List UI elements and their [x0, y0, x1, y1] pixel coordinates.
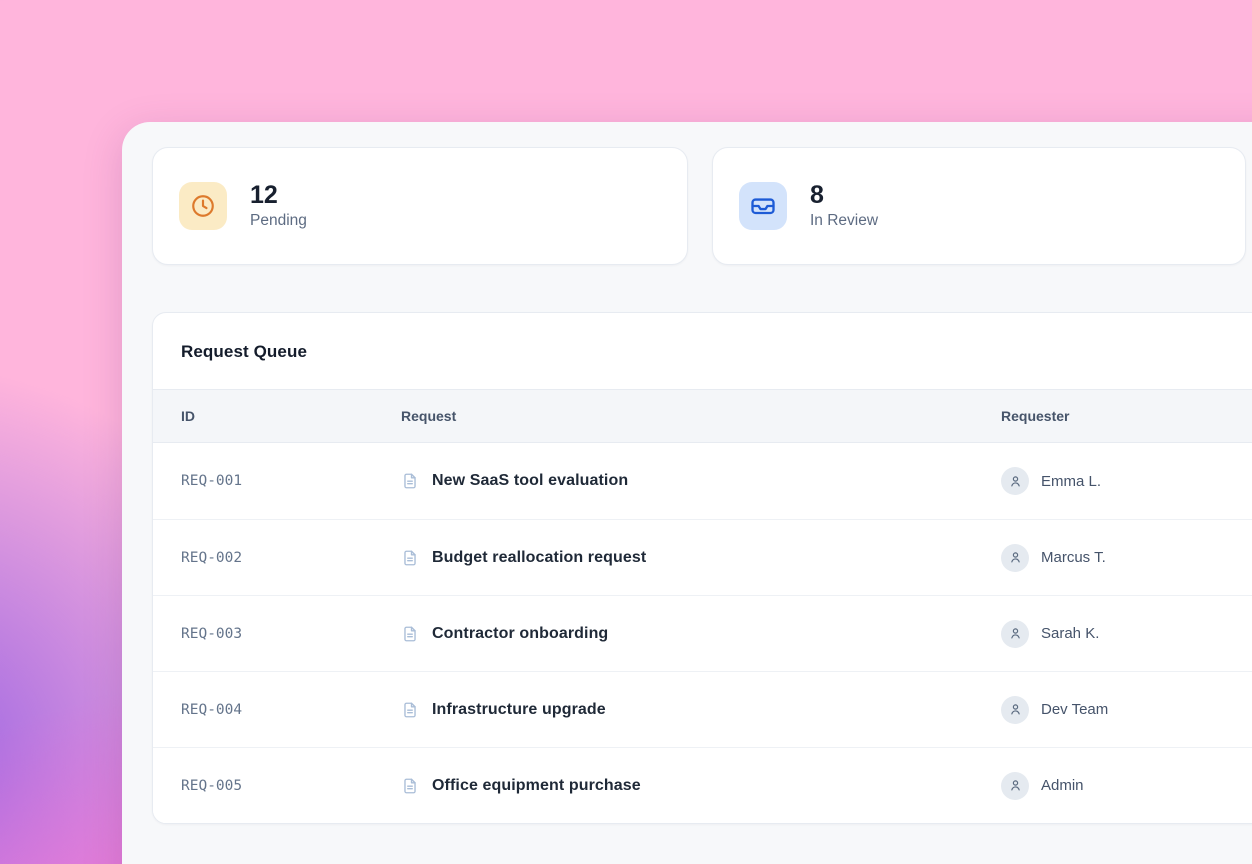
stat-card-in-review: 8 In Review: [712, 147, 1246, 265]
pending-label: Pending: [250, 212, 307, 230]
stat-card-pending: 12 Pending: [152, 147, 688, 265]
request-cell: Contractor onboarding: [401, 625, 1001, 643]
clock-icon: [190, 193, 216, 219]
requester-cell: Admin: [1001, 772, 1252, 800]
queue-title: Request Queue: [181, 342, 1252, 362]
request-title: Office equipment purchase: [432, 777, 641, 795]
pending-count: 12: [250, 182, 307, 208]
request-cell: New SaaS tool evaluation: [401, 472, 1001, 490]
requester-cell: Sarah K.: [1001, 620, 1252, 648]
document-icon: [401, 777, 419, 795]
avatar: [1001, 696, 1029, 724]
in-review-icon-tile: [739, 182, 787, 230]
avatar: [1001, 467, 1029, 495]
table-row-req-002[interactable]: REQ-002 Budget reallocation request Marc…: [153, 519, 1252, 595]
requester-name: Dev Team: [1041, 701, 1108, 718]
table-row-req-004[interactable]: REQ-004 Infrastructure upgrade Dev Team: [153, 671, 1252, 747]
pending-icon-tile: [179, 182, 227, 230]
request-title: Budget reallocation request: [432, 549, 646, 567]
inbox-icon: [749, 192, 777, 220]
request-id: REQ-001: [181, 473, 401, 489]
table-header-row: ID Request Requester: [153, 389, 1252, 443]
requester-name: Sarah K.: [1041, 625, 1099, 642]
request-id: REQ-003: [181, 626, 401, 642]
request-title: Infrastructure upgrade: [432, 701, 606, 719]
column-header-request: Request: [401, 408, 1001, 424]
request-id: REQ-004: [181, 702, 401, 718]
queue-title-bar: Request Queue: [153, 313, 1252, 389]
stats-row: 12 Pending 8 In Review: [152, 147, 1252, 265]
requester-cell: Dev Team: [1001, 696, 1252, 724]
document-icon: [401, 625, 419, 643]
document-icon: [401, 549, 419, 567]
avatar: [1001, 772, 1029, 800]
requester-name: Marcus T.: [1041, 549, 1106, 566]
in-review-stat-text: 8 In Review: [810, 182, 878, 230]
column-header-id: ID: [181, 408, 401, 424]
request-title: Contractor onboarding: [432, 625, 608, 643]
main-panel: 12 Pending 8 In Review Request Queue: [122, 122, 1252, 864]
in-review-count: 8: [810, 182, 878, 208]
request-cell: Budget reallocation request: [401, 549, 1001, 567]
request-title: New SaaS tool evaluation: [432, 472, 628, 490]
requester-name: Emma L.: [1041, 473, 1101, 490]
table-row-req-001[interactable]: REQ-001 New SaaS tool evaluation Emma L.: [153, 443, 1252, 519]
request-cell: Infrastructure upgrade: [401, 701, 1001, 719]
avatar: [1001, 544, 1029, 572]
requester-name: Admin: [1041, 777, 1084, 794]
request-queue-card: Request Queue ID Request Requester REQ-0…: [152, 312, 1252, 824]
request-cell: Office equipment purchase: [401, 777, 1001, 795]
pending-stat-text: 12 Pending: [250, 182, 307, 230]
requester-cell: Marcus T.: [1001, 544, 1252, 572]
table-row-req-005[interactable]: REQ-005 Office equipment purchase Admin: [153, 747, 1252, 823]
in-review-label: In Review: [810, 212, 878, 230]
table-row-req-003[interactable]: REQ-003 Contractor onboarding Sarah K.: [153, 595, 1252, 671]
document-icon: [401, 701, 419, 719]
column-header-requester: Requester: [1001, 408, 1252, 424]
request-id: REQ-002: [181, 550, 401, 566]
dashboard-page: { "theme": { "background_pink": "#FFB5DC…: [0, 0, 1252, 864]
document-icon: [401, 472, 419, 490]
avatar: [1001, 620, 1029, 648]
request-id: REQ-005: [181, 778, 401, 794]
requester-cell: Emma L.: [1001, 467, 1252, 495]
